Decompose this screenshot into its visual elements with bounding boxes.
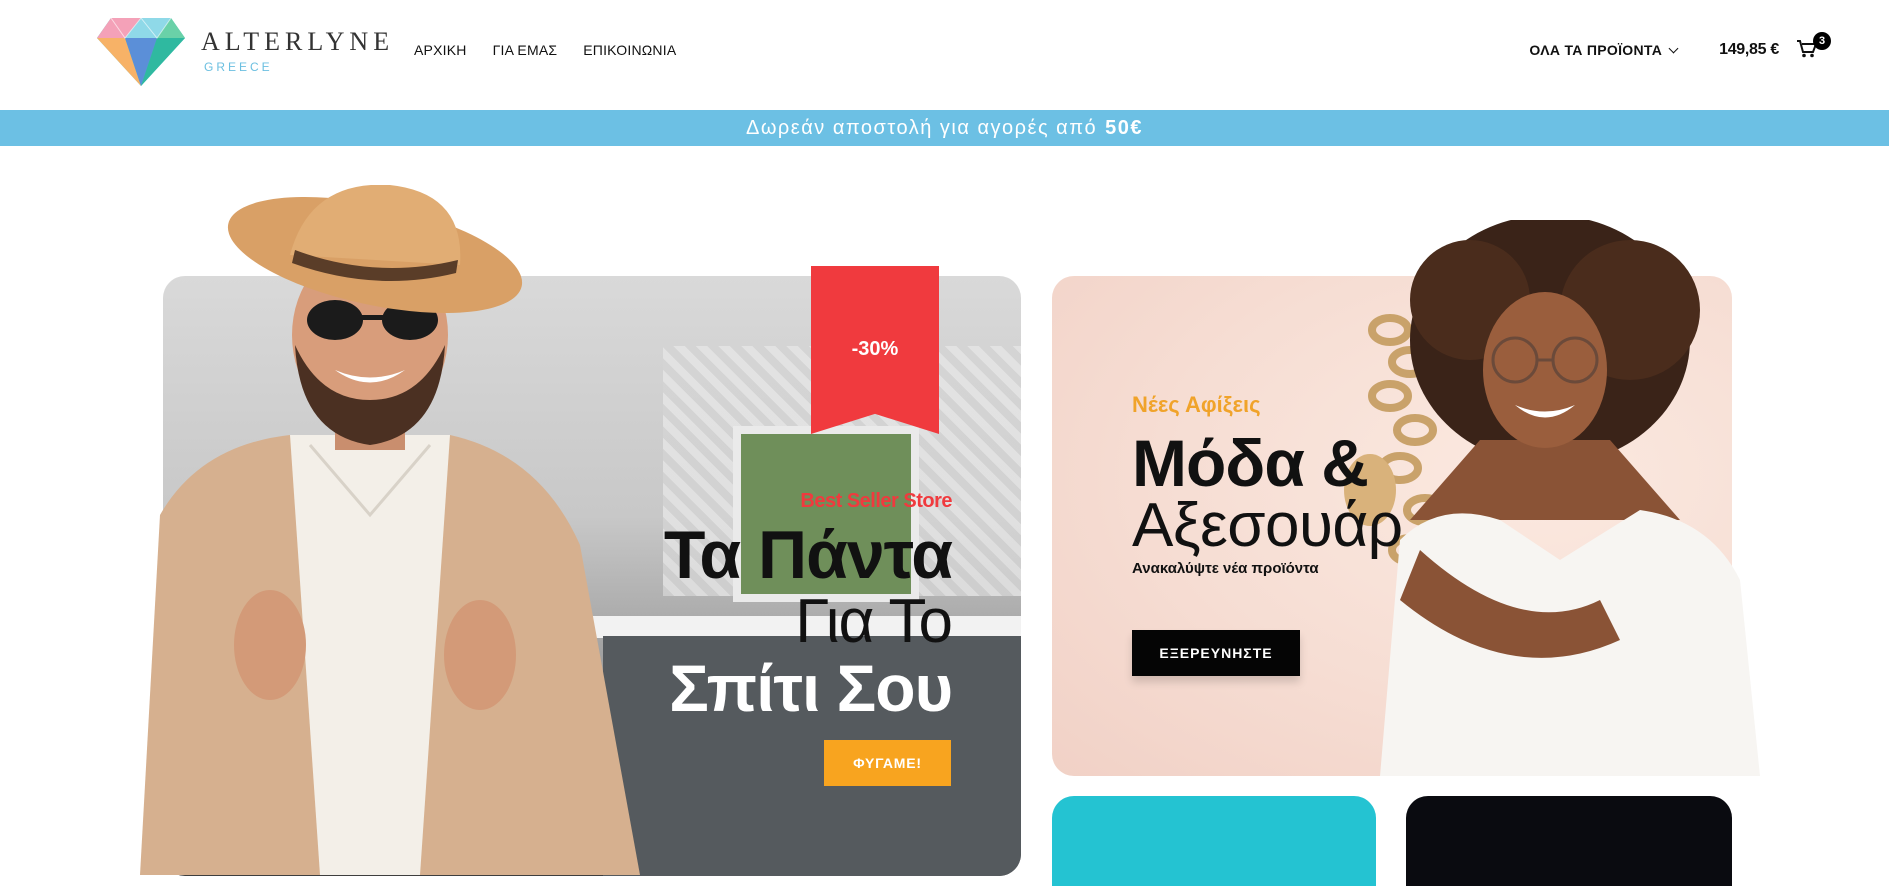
logo[interactable]: ALTERLYNE GREECE [95, 14, 394, 88]
nav-home[interactable]: ΑΡΧΙΚΗ [414, 42, 467, 58]
all-products-menu[interactable]: ΟΛΑ ΤΑ ΠΡΟΪΟΝΤΑ [1529, 42, 1679, 58]
promo-amount: 50€ [1105, 116, 1144, 139]
cart-total[interactable]: 149,85 € [1719, 41, 1779, 59]
chevron-down-icon [1668, 43, 1679, 53]
hero-right-title-line2: Αξεσουάρ [1132, 491, 1403, 560]
all-products-label: ΟΛΑ ΤΑ ΠΡΟΪΟΝΤΑ [1529, 42, 1663, 58]
hero-left-text: Best Seller Store Τα Πάντα Για Το Σπίτι … [663, 490, 953, 725]
main-nav: ΑΡΧΙΚΗ ΓΙΑ ΕΜΑΣ ΕΠΙΚΟΙΝΩΝΙΑ [414, 42, 676, 58]
hero-left-kicker: Best Seller Store [800, 490, 952, 512]
hero-left-title-line2: Για Το [795, 587, 953, 656]
free-shipping-banner: Δωρεάν αποστολή για αγορές από 50€ [0, 110, 1889, 146]
brand-name: ALTERLYNE [201, 27, 395, 56]
shop-now-button[interactable]: ΦΥΓΑΜΕ! [824, 740, 951, 786]
hero-right-text: Νέες Αφίξεις Μόδα & Αξεσουάρ Ανακαλύψτε … [1132, 392, 1403, 577]
hero-left-title-line1: Τα Πάντα [663, 517, 953, 593]
nav-contact[interactable]: ΕΠΙΚΟΙΝΩΝΙΑ [583, 42, 676, 58]
site-header: ALTERLYNE GREECE ΑΡΧΙΚΗ ΓΙΑ ΕΜΑΣ ΕΠΙΚΟΙΝ… [0, 0, 1889, 110]
brand-subtitle: GREECE [204, 60, 273, 74]
hero-right-kicker: Νέες Αφίξεις [1132, 392, 1261, 417]
header-actions: ΟΛΑ ΤΑ ΠΡΟΪΟΝΤΑ 149,85 € 3 [1529, 32, 1831, 60]
cart-count-badge: 3 [1813, 32, 1831, 50]
brand: ALTERLYNE GREECE [201, 27, 395, 75]
promo-text: Δωρεάν αποστολή για αγορές από [745, 116, 1098, 139]
cart-button[interactable]: 3 [1797, 32, 1831, 60]
woman-with-glasses-image [1380, 220, 1760, 776]
man-with-hat-image [140, 185, 640, 875]
hero-right-subtitle: Ανακαλύψτε νέα προϊόντα [1132, 560, 1319, 577]
diamond-logo-icon [97, 17, 185, 86]
promo-tile-cyan[interactable] [1052, 796, 1376, 886]
hero-right-title-line1: Μόδα & [1132, 426, 1369, 500]
promo-tile-dark[interactable] [1406, 796, 1732, 886]
nav-about[interactable]: ΓΙΑ ΕΜΑΣ [493, 42, 558, 58]
explore-button[interactable]: ΕΞΕΡΕΥΝΗΣΤΕ [1132, 630, 1300, 676]
hero-left-title-line3: Σπίτι Σου [669, 651, 953, 725]
discount-ribbon: -30% [811, 266, 939, 434]
